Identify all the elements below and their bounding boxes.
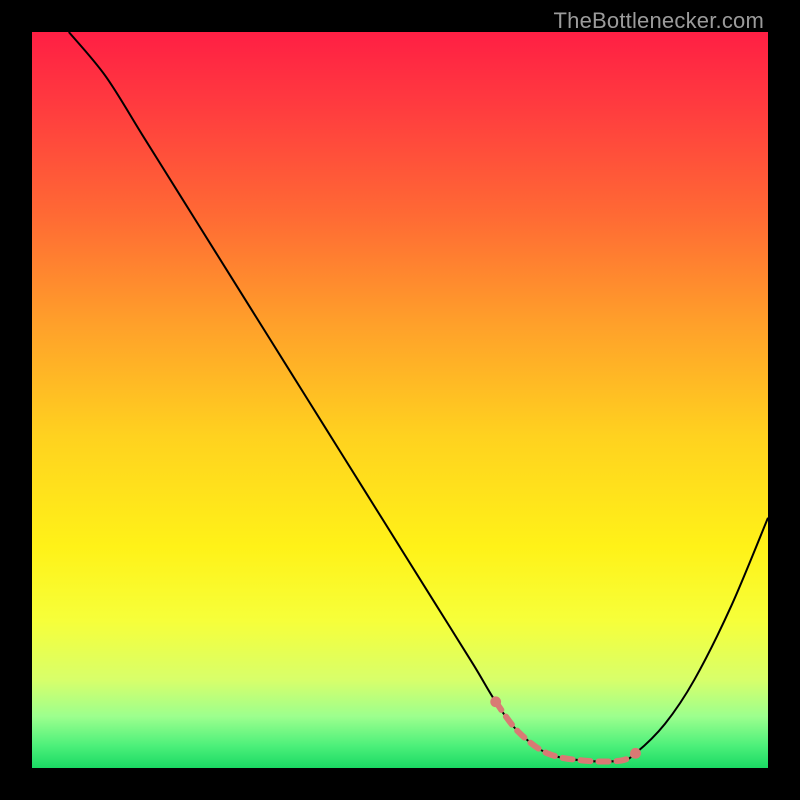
chart-background <box>32 32 768 768</box>
watermark-text: TheBottlenecker.com <box>554 8 764 34</box>
optimal-range-cap <box>630 748 641 759</box>
optimal-range-cap <box>490 696 501 707</box>
chart-frame <box>32 32 768 768</box>
chart-svg <box>32 32 768 768</box>
